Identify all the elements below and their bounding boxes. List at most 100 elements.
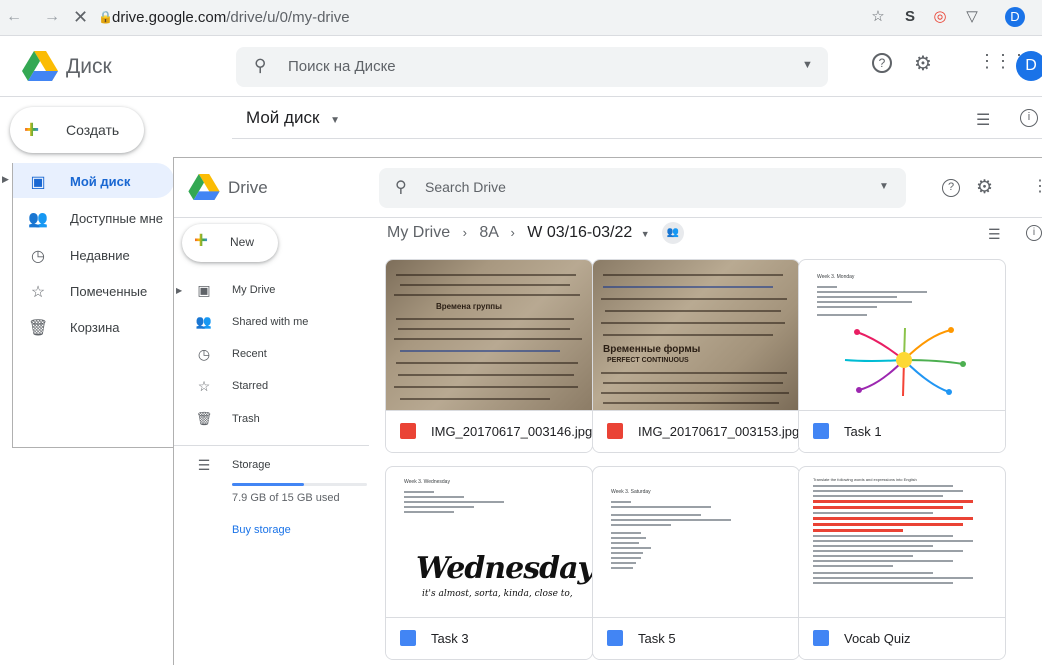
drive-window-english: Drive ⚲ Search Drive ▼ ? ⚙ ⋮ + New My Dr… (173, 157, 1042, 665)
breadcrumb-item[interactable]: My Drive (387, 224, 450, 241)
app-name: Drive (228, 178, 268, 197)
extension-s-icon[interactable]: S (900, 7, 920, 27)
pocket-icon[interactable]: ▽ (962, 7, 982, 27)
sidebar-item-storage[interactable]: ☰ Storage (194, 457, 344, 477)
account-avatar[interactable]: D (1016, 51, 1042, 81)
info-icon[interactable]: i (1020, 109, 1038, 127)
info-icon[interactable]: i (1026, 225, 1042, 241)
shared-icon: 👥 (195, 314, 213, 329)
file-card-task-5[interactable]: Week 3. Saturday Task 5 (592, 466, 800, 660)
file-thumbnail-doc: Translate the following words and expres… (799, 467, 1005, 617)
sidebar-label: Trash (232, 413, 260, 425)
page-title[interactable]: Мой диск ▼ (246, 108, 340, 128)
file-thumbnail-doc: Week 3. Saturday (593, 467, 799, 617)
file-card-footer: IMG_20170617_003153.jpg (593, 410, 799, 452)
doc-preview-title: Translate the following words and expres… (813, 477, 917, 482)
trash-icon: 🗑 (195, 411, 213, 426)
drive-icon: ▣ (197, 282, 211, 298)
create-button[interactable]: + Создать (10, 107, 144, 153)
back-icon[interactable]: ← (6, 8, 22, 26)
sidebar-item-trash[interactable]: 🗑 Trash (194, 411, 344, 431)
window-edge (12, 447, 174, 448)
wednesday-graphic-text: Wednesday (416, 551, 592, 586)
file-card-footer: Task 1 (799, 410, 1005, 452)
file-name: Task 1 (844, 424, 882, 439)
browser-avatar[interactable]: D (1005, 7, 1025, 27)
sidebar-label: Мой диск (70, 174, 131, 189)
sidebar-item-my-drive-ru[interactable]: ▣ Мой диск (28, 174, 168, 194)
close-icon[interactable]: ✕ (73, 8, 88, 26)
sidebar-item-my-drive[interactable]: ▣ My Drive (194, 282, 344, 302)
sidebar-divider (174, 445, 369, 446)
file-card-img-2[interactable]: Временные формы PERFECT CONTINUOUS IMG_2… (592, 259, 800, 453)
sidebar-item-recent[interactable]: ◷ Recent (194, 346, 344, 366)
help-icon[interactable]: ? (872, 53, 892, 73)
clock-icon: ◷ (197, 346, 211, 362)
help-icon[interactable]: ? (942, 179, 960, 197)
image-file-icon (400, 423, 416, 439)
breadcrumb: My Drive › 8A › W 03/16-03/22 ▼ 👥 (387, 222, 685, 244)
forward-icon[interactable]: → (44, 8, 60, 26)
bookmark-star-icon[interactable]: ☆ (868, 7, 888, 27)
list-view-icon[interactable]: ☰ (976, 110, 990, 130)
drive-logo-icon (22, 51, 58, 81)
window-edge (12, 163, 13, 448)
chevron-right-icon: › (462, 225, 467, 241)
new-label: New (230, 235, 255, 249)
search-input[interactable]: Поиск на Диске (288, 58, 396, 75)
apps-grid-icon[interactable]: ⋮ (1032, 176, 1042, 196)
trash-icon: 🗑 (28, 320, 49, 337)
expand-arrow-icon[interactable]: ▶ (2, 174, 9, 185)
url-host: drive.google.com (112, 9, 227, 26)
file-card-task-3[interactable]: Week 3. Wednesday Wednesday it's almost,… (385, 466, 593, 660)
file-thumbnail-doc: Week 3. Wednesday Wednesday it's almost,… (386, 467, 592, 617)
search-options-icon[interactable]: ▼ (802, 59, 813, 71)
expand-arrow-icon[interactable]: ▶ (176, 286, 182, 295)
search-icon[interactable]: ⚲ (395, 177, 407, 197)
new-button[interactable]: + New (182, 224, 278, 262)
shared-icon: 👥 (28, 211, 48, 228)
search-bar[interactable]: ⚲ Search Drive ▼ (379, 168, 906, 208)
file-name: Task 5 (638, 631, 676, 646)
sidebar-label: Starred (232, 380, 269, 392)
sidebar-item-shared-ru[interactable]: 👥 Доступные мне (28, 211, 168, 231)
extension-lastpass-icon[interactable]: ◎ (930, 7, 950, 27)
image-file-icon (607, 423, 623, 439)
file-card-vocab-quiz[interactable]: Translate the following words and expres… (798, 466, 1006, 660)
create-label: Создать (66, 122, 120, 138)
breadcrumb-item-current[interactable]: W 03/16-03/22 (527, 224, 632, 241)
settings-gear-icon[interactable]: ⚙ (914, 51, 932, 76)
sidebar-item-trash-ru[interactable]: 🗑 Корзина (28, 320, 168, 340)
sidebar-label: Recent (232, 348, 267, 360)
breadcrumb-item[interactable]: 8A (479, 224, 498, 241)
doc-preview-title: Week 3. Saturday (611, 489, 651, 495)
wednesday-graphic-subtext: it's almost, sorta, kinda, close to, (422, 589, 573, 599)
sidebar-item-starred[interactable]: ☆ Starred (194, 378, 344, 398)
sidebar-item-recent-ru[interactable]: ◷ Недавние (28, 248, 168, 268)
file-card-footer: Task 5 (593, 617, 799, 659)
sidebar-label: Storage (232, 459, 271, 471)
clock-icon: ◷ (31, 248, 45, 265)
search-options-icon[interactable]: ▼ (879, 181, 889, 192)
search-icon[interactable]: ⚲ (254, 56, 266, 76)
photo-heading: Временные формы (603, 344, 701, 355)
file-card-img-1[interactable]: Времена группы IMG_20170617_003146.jpg (385, 259, 593, 453)
shared-folder-icon[interactable]: 👥 (662, 222, 685, 244)
plus-icon: + (24, 114, 40, 144)
search-input[interactable]: Search Drive (425, 179, 506, 195)
ru-search-bar[interactable]: ⚲ Поиск на Диске ▼ (236, 47, 828, 87)
address-bar[interactable]: drive.google.com/drive/u/0/my-drive (112, 9, 350, 26)
buy-storage-link[interactable]: Buy storage (232, 524, 291, 536)
chevron-down-icon[interactable]: ▼ (641, 229, 650, 239)
settings-gear-icon[interactable]: ⚙ (976, 176, 993, 199)
file-card-task-1[interactable]: Week 3. Monday Task 1 (798, 259, 1006, 453)
doc-file-icon (813, 630, 829, 646)
lock-icon: 🔒 (98, 10, 113, 24)
chevron-right-icon: › (510, 225, 515, 241)
file-card-footer: IMG_20170617_003146.jpg (386, 410, 592, 452)
sidebar-label: Недавние (70, 248, 130, 263)
doc-file-icon (813, 423, 829, 439)
sidebar-item-starred-ru[interactable]: ☆ Помеченные (28, 284, 168, 304)
list-view-icon[interactable]: ☰ (988, 226, 1001, 243)
sidebar-item-shared-with-me[interactable]: 👥 Shared with me (194, 314, 344, 334)
